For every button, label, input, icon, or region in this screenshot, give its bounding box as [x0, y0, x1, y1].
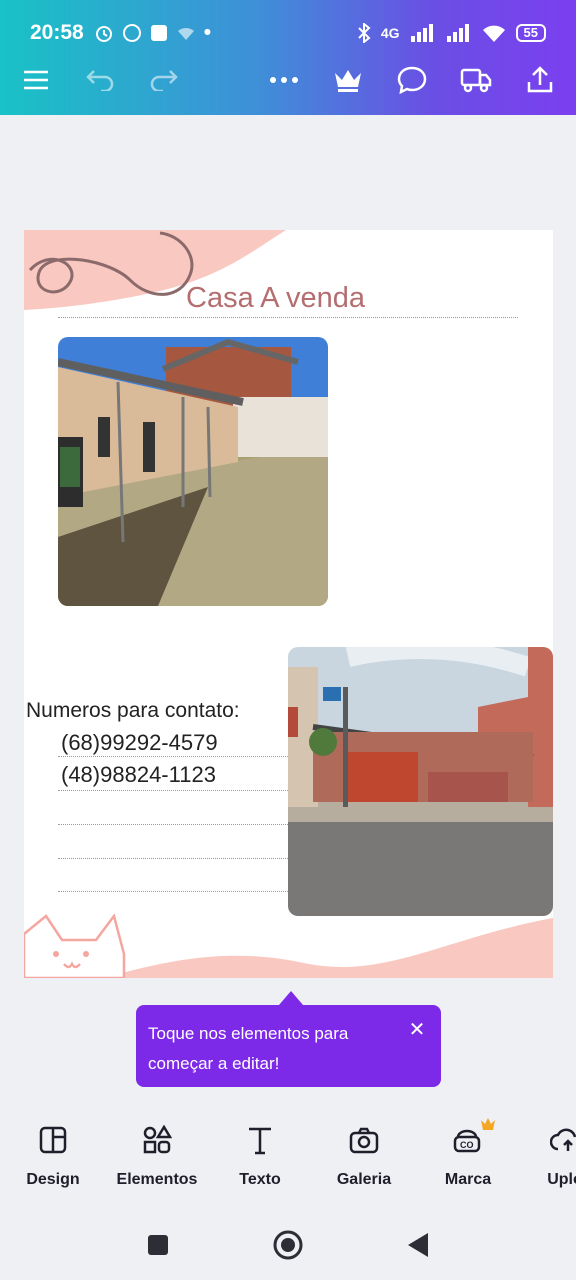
- redo-icon[interactable]: [144, 60, 184, 100]
- svg-text:CO: CO: [460, 1140, 474, 1150]
- text-icon: [249, 1127, 271, 1155]
- wifi-icon: [482, 25, 505, 42]
- tool-label-elements: Elementos: [116, 1171, 198, 1188]
- network-type: 4G: [380, 25, 400, 41]
- tool-brand[interactable]: CO Marca: [418, 1115, 518, 1189]
- cat-icon[interactable]: [24, 914, 134, 978]
- share-icon[interactable]: [520, 60, 560, 100]
- phone-number-1[interactable]: (68)99292-4579: [61, 730, 218, 756]
- android-nav-bar: [0, 1215, 576, 1275]
- tool-label-design: Design: [26, 1171, 80, 1188]
- blank-line-2: [58, 858, 288, 859]
- close-icon[interactable]: ✕: [405, 1017, 429, 1041]
- more-icon[interactable]: [264, 60, 304, 100]
- phone-line-2: [58, 790, 288, 791]
- crown-badge-icon: [481, 1118, 495, 1130]
- bottom-tools-bar: Design Elementos Texto Galeria CO Marca …: [0, 1115, 576, 1205]
- battery-indicator: 55: [515, 24, 546, 42]
- camera-icon: [349, 1127, 379, 1154]
- whatsapp-icon: [122, 24, 141, 42]
- dot-icon: •: [203, 21, 212, 44]
- status-time: 20:58: [30, 21, 84, 44]
- tool-upload[interactable]: Uplo: [515, 1115, 576, 1189]
- recent-apps-button[interactable]: [143, 1230, 173, 1260]
- design-page[interactable]: Casa A venda Numeros para contato: (68)9…: [24, 230, 553, 978]
- undo-icon[interactable]: [80, 60, 120, 100]
- tool-label-upload: Uplo: [547, 1171, 576, 1188]
- crown-icon[interactable]: [328, 60, 368, 100]
- house-photo-2[interactable]: [288, 647, 553, 916]
- wifi-question-icon: [177, 27, 194, 40]
- phone-number-2[interactable]: (48)98824-1123: [61, 762, 216, 788]
- signal-icon-2: [446, 24, 469, 42]
- phone-line-1: [58, 756, 288, 757]
- comment-icon[interactable]: [392, 60, 432, 100]
- back-triangle-icon: [408, 1233, 428, 1257]
- tool-elements[interactable]: Elementos: [107, 1115, 207, 1189]
- tool-gallery[interactable]: Galeria: [314, 1115, 414, 1189]
- tool-label-text: Texto: [239, 1171, 281, 1188]
- title-underline: [58, 317, 518, 318]
- notification-square-icon: [150, 25, 167, 41]
- back-button[interactable]: [403, 1230, 433, 1260]
- blank-line-1: [58, 824, 288, 825]
- home-circle-icon: [273, 1230, 303, 1260]
- signal-icon: [410, 24, 433, 42]
- tooltip-text: Toque nos elementos para começar a edita…: [148, 1024, 349, 1073]
- status-bar: 20:58 • 4G 55: [30, 18, 546, 48]
- edit-hint-tooltip: Toque nos elementos para começar a edita…: [136, 991, 441, 1087]
- tool-design[interactable]: Design: [3, 1115, 103, 1189]
- tool-label-gallery: Galeria: [336, 1171, 392, 1188]
- alarm-icon: [95, 26, 112, 42]
- tool-label-brand: Marca: [444, 1171, 492, 1188]
- upload-icon: [550, 1128, 576, 1151]
- blank-line-3: [58, 891, 288, 892]
- layout-icon: [39, 1126, 67, 1154]
- editor-toolbar: [0, 60, 576, 104]
- hamburger-menu-icon[interactable]: [16, 60, 56, 100]
- house-photo-1[interactable]: [58, 337, 328, 606]
- tool-text[interactable]: Texto: [210, 1115, 310, 1189]
- contact-title[interactable]: Numeros para contato:: [26, 699, 240, 723]
- truck-icon[interactable]: [456, 60, 496, 100]
- home-button[interactable]: [273, 1230, 303, 1260]
- top-bar: 20:58 • 4G 55: [0, 0, 576, 115]
- design-title[interactable]: Casa A venda: [186, 282, 365, 315]
- bluetooth-icon: [358, 23, 371, 43]
- square-icon: [148, 1235, 168, 1255]
- shapes-icon: [143, 1125, 172, 1154]
